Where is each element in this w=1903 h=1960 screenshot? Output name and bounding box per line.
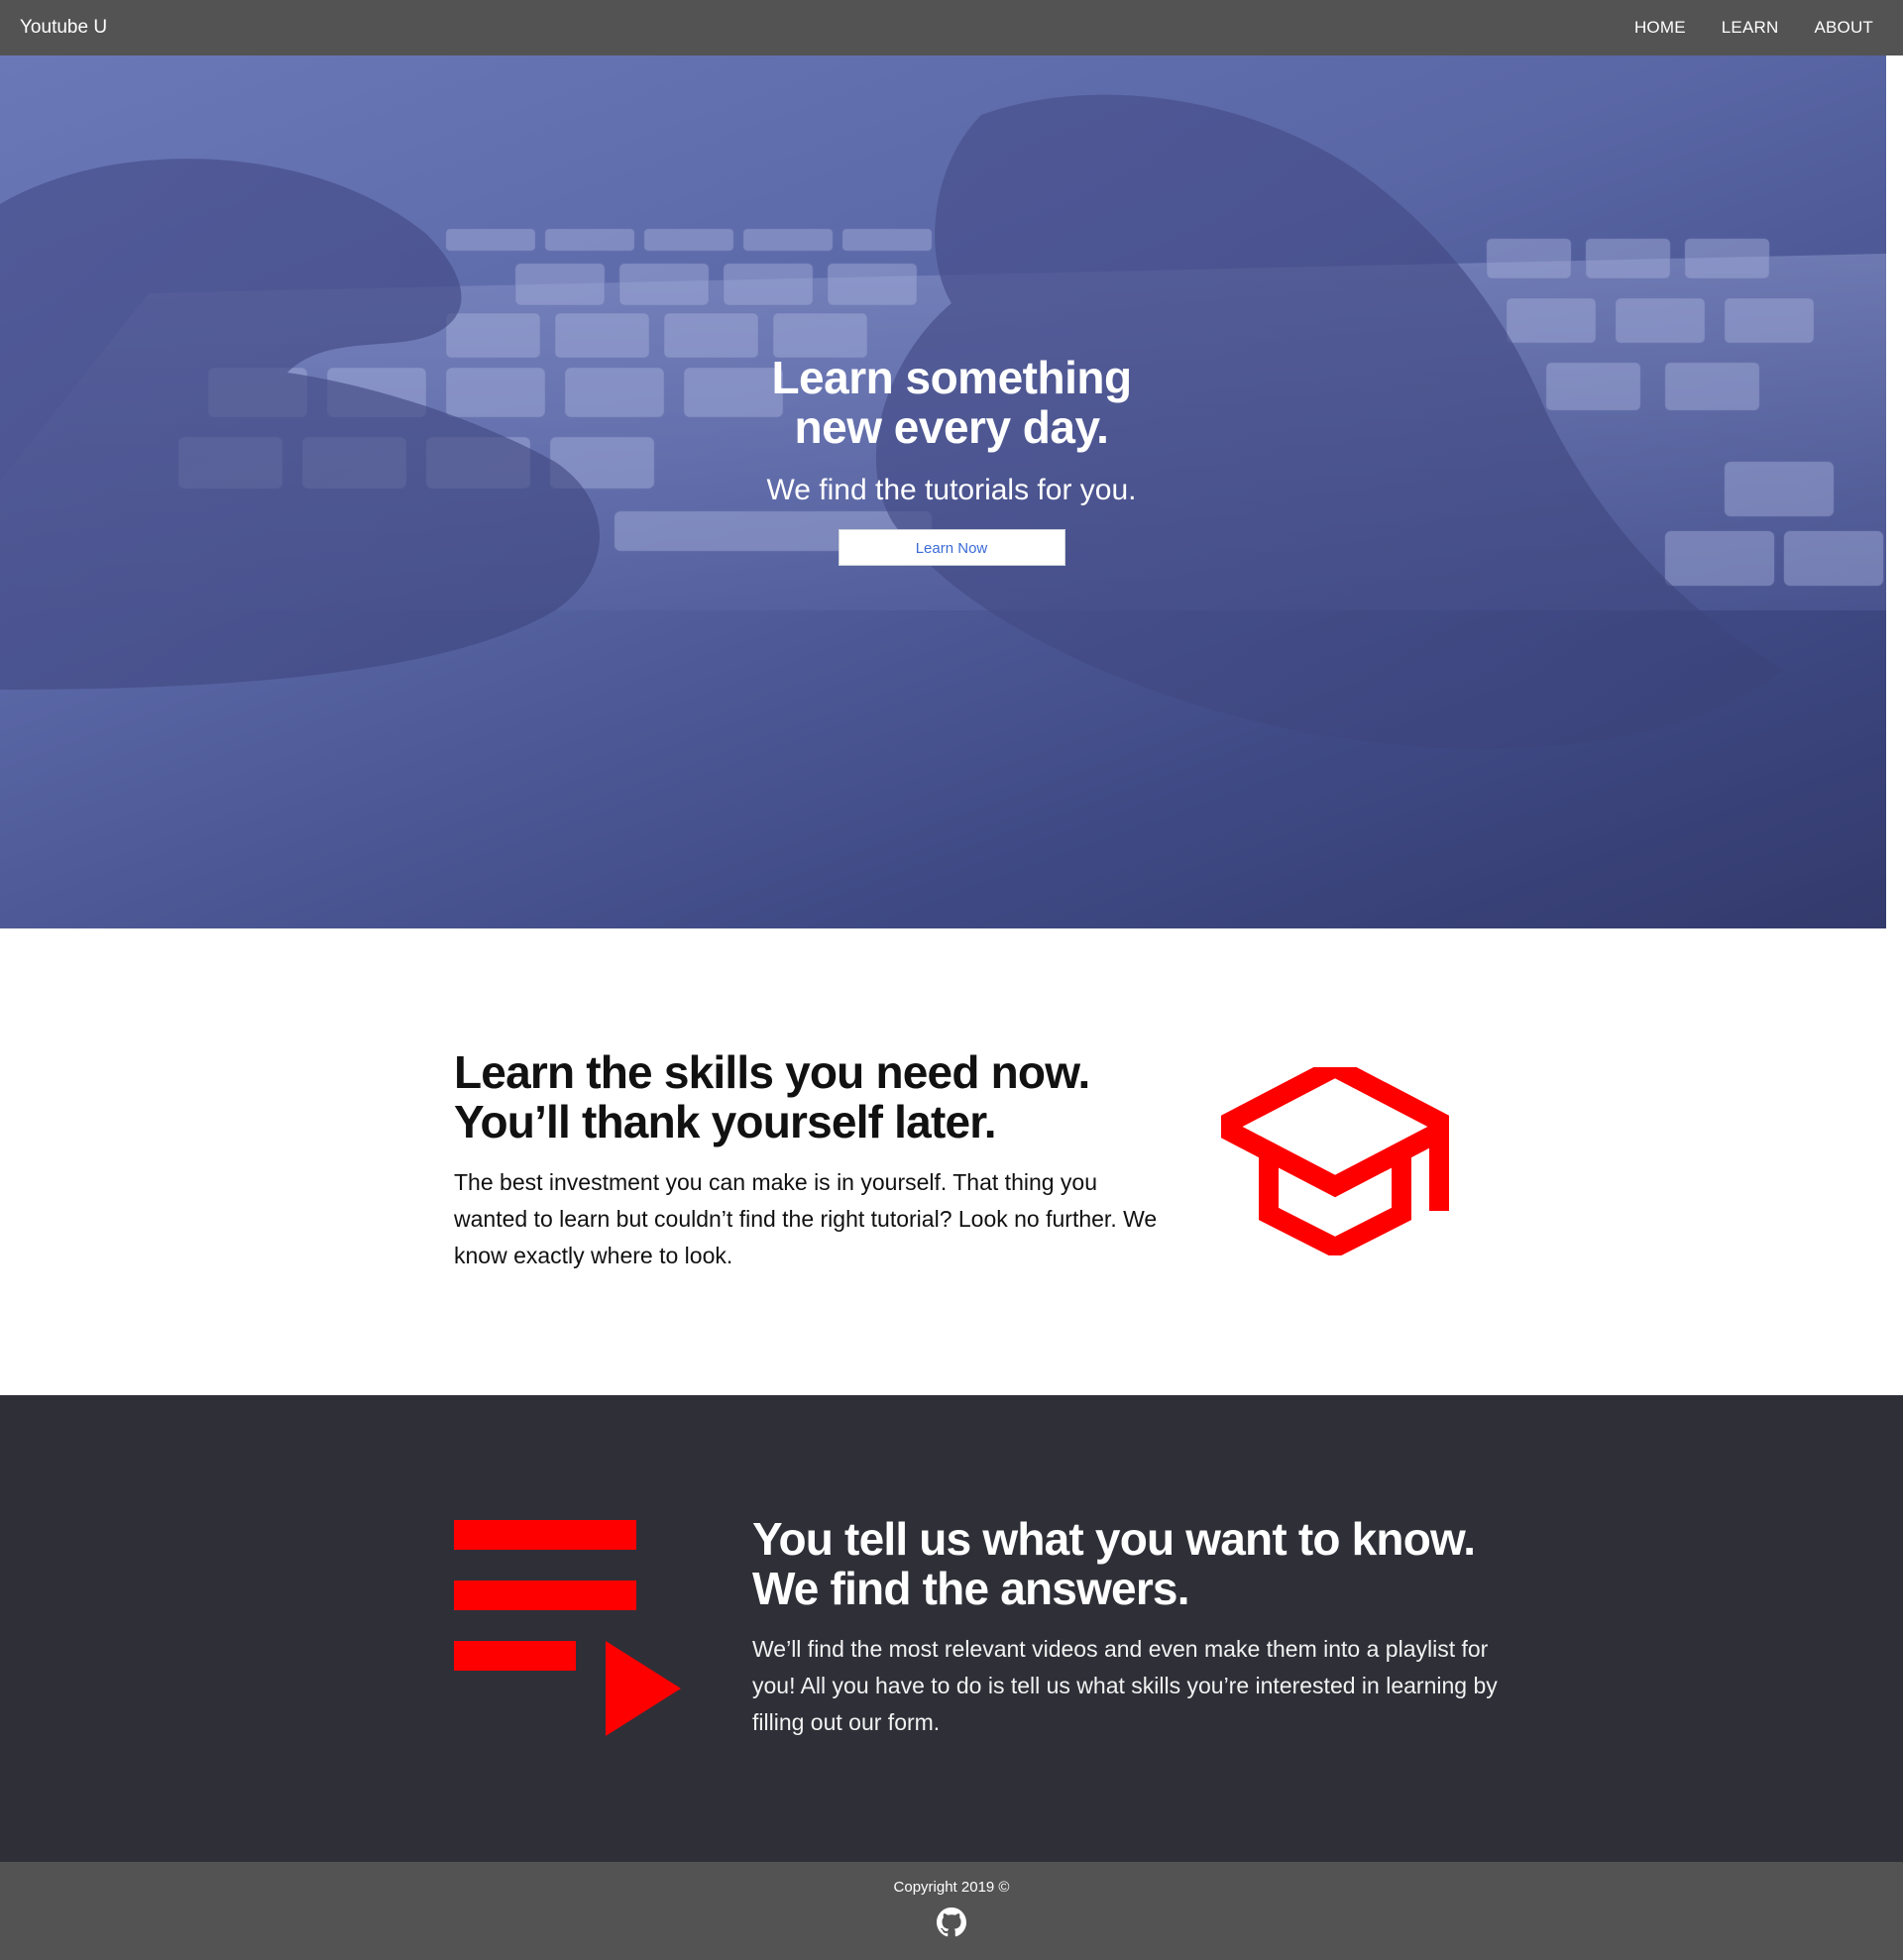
playlist-title-line1: You tell us what you want to know.	[752, 1513, 1476, 1565]
brand-logo[interactable]: Youtube U	[20, 17, 107, 39]
learn-now-button[interactable]: Learn Now	[838, 529, 1065, 566]
skills-title-line2: You’ll thank yourself later.	[454, 1096, 997, 1147]
footer: Copyright 2019 ©	[0, 1862, 1903, 1960]
hero-title-line2: new every day.	[794, 401, 1109, 453]
nav-about-link[interactable]: ABOUT	[1814, 18, 1873, 38]
nav-links: HOME LEARN ABOUT	[1634, 18, 1873, 38]
skills-section: Learn the skills you need now. You’ll th…	[0, 928, 1903, 1395]
hero-content: Learn something new every day. We find t…	[0, 353, 1886, 566]
hero-section: Learn something new every day. We find t…	[0, 55, 1886, 928]
playlist-section: You tell us what you want to know. We fi…	[0, 1395, 1903, 1862]
github-icon[interactable]	[937, 1907, 966, 1942]
navbar: Youtube U HOME LEARN ABOUT	[0, 0, 1903, 55]
nav-home-link[interactable]: HOME	[1634, 18, 1686, 38]
skills-title-line1: Learn the skills you need now.	[454, 1046, 1090, 1098]
skills-title: Learn the skills you need now. You’ll th…	[454, 1047, 1168, 1146]
nav-learn-link[interactable]: LEARN	[1722, 18, 1779, 38]
graduation-cap-icon	[1221, 1067, 1449, 1255]
skills-body: The best investment you can make is in y…	[454, 1169, 1158, 1268]
hero-subtitle: We find the tutorials for you.	[766, 474, 1137, 506]
playlist-text: You tell us what you want to know. We fi…	[752, 1514, 1506, 1741]
skills-text: Learn the skills you need now. You’ll th…	[454, 1047, 1168, 1274]
hero-title-line1: Learn something	[771, 352, 1132, 403]
playlist-title: You tell us what you want to know. We fi…	[752, 1514, 1506, 1613]
playlist-play-icon	[454, 1520, 681, 1736]
playlist-body: We’ll find the most relevant videos and …	[752, 1636, 1498, 1735]
playlist-title-line2: We find the answers.	[752, 1563, 1190, 1614]
hero-title: Learn something new every day.	[0, 353, 1886, 452]
copyright-text: Copyright 2019 ©	[893, 1879, 1010, 1896]
